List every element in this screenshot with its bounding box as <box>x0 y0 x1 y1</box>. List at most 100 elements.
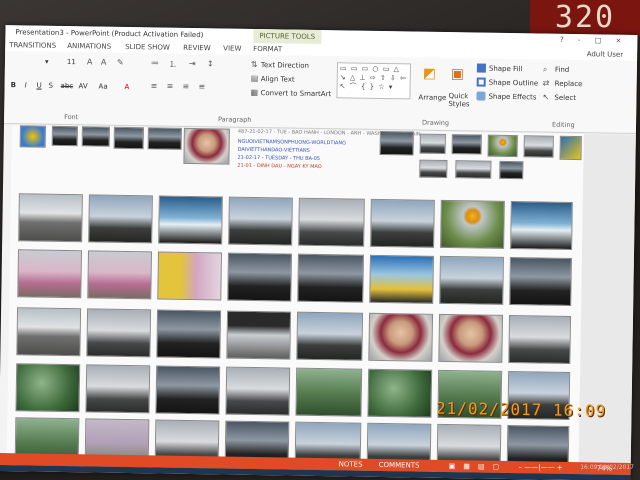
quick-styles-button[interactable]: Quick Styles <box>448 92 474 108</box>
photo-thumb[interactable] <box>370 198 435 248</box>
tab-transitions[interactable]: TRANSITIONS <box>9 41 56 50</box>
align-text-icon: ▤ <box>250 73 259 84</box>
photo-thumb[interactable] <box>499 160 524 180</box>
clear-format-icon[interactable]: ✎ <box>117 58 124 67</box>
shape-effects-button[interactable]: Shape Effects <box>488 93 536 102</box>
photo-thumb[interactable] <box>155 365 221 415</box>
photo-thumb[interactable] <box>85 364 151 414</box>
notes-button[interactable]: NOTES <box>339 460 363 468</box>
clock-time: 16:09 <box>580 464 598 471</box>
photo-thumb[interactable] <box>81 126 110 147</box>
photo-thumb[interactable] <box>523 135 554 158</box>
photo-thumb[interactable] <box>369 254 434 304</box>
indent-icon[interactable]: ⇥ <box>189 59 196 68</box>
photo-thumb[interactable] <box>86 308 152 358</box>
quick-styles-icon[interactable]: ▣ <box>451 66 464 82</box>
photo-thumb[interactable] <box>379 130 414 156</box>
picture-tools-tab[interactable]: PICTURE TOOLS <box>253 28 322 45</box>
select-button[interactable]: Select <box>554 94 576 102</box>
photo-thumb[interactable] <box>419 133 446 154</box>
change-case-button[interactable]: Aa <box>99 83 108 91</box>
photo-thumb[interactable] <box>88 194 153 244</box>
photo-thumb[interactable] <box>228 196 293 246</box>
font-name-box[interactable]: ▾ <box>45 58 49 66</box>
photo-thumb[interactable] <box>113 126 144 150</box>
portrait-photo[interactable] <box>183 127 230 165</box>
numbering-icon[interactable]: ⒈ <box>169 59 177 70</box>
tab-format[interactable]: FORMAT <box>253 45 282 53</box>
photo-thumb[interactable] <box>226 310 292 360</box>
align-right-icon[interactable]: ≡ <box>183 82 190 91</box>
user-account[interactable]: Adult User <box>587 50 624 59</box>
align-left-icon[interactable]: ≡ <box>151 81 158 90</box>
convert-smartart-button[interactable]: Convert to SmartArt <box>260 89 331 98</box>
photo-thumb[interactable] <box>17 249 83 299</box>
replace-button[interactable]: Replace <box>555 80 583 88</box>
photo-thumb[interactable] <box>87 250 153 300</box>
photo-thumb[interactable] <box>16 307 82 357</box>
photo-thumb[interactable] <box>227 252 292 302</box>
photo-thumb[interactable] <box>158 195 223 245</box>
arrange-button[interactable]: Arrange <box>418 94 446 102</box>
photo-thumb[interactable] <box>439 255 504 305</box>
tab-view[interactable]: VIEW <box>223 44 241 52</box>
zoom-slider[interactable]: – ——|—— + <box>519 463 563 472</box>
italic-button[interactable]: I <box>25 81 27 89</box>
underline-button[interactable]: U <box>37 82 42 90</box>
photo-thumb[interactable] <box>440 199 505 249</box>
window-controls[interactable]: ? - □ × <box>560 36 628 45</box>
grow-font-icon[interactable]: A <box>87 57 93 66</box>
shape-fill-button[interactable]: Shape Fill <box>489 65 523 74</box>
binoculars-icon: ⌕ <box>542 64 548 74</box>
photo-thumb[interactable] <box>51 125 78 147</box>
tab-review[interactable]: REVIEW <box>183 44 211 52</box>
tab-animations[interactable]: ANIMATIONS <box>67 42 111 51</box>
char-spacing-button[interactable]: AV <box>79 82 88 90</box>
photo-thumb[interactable] <box>295 367 363 417</box>
photo-thumb[interactable] <box>419 159 448 179</box>
globe-logo-image[interactable] <box>19 125 46 148</box>
shape-outline-button[interactable]: Shape Outline <box>489 79 539 88</box>
photo-thumb[interactable] <box>455 160 492 179</box>
view-buttons[interactable]: ▣▦▤▢ <box>449 462 508 471</box>
photo-thumb[interactable] <box>225 366 291 416</box>
photo-thumb[interactable] <box>451 134 482 155</box>
selfie-photo[interactable] <box>368 312 434 362</box>
bold-button[interactable]: B <box>11 81 16 89</box>
font-color-button[interactable]: A <box>125 83 130 91</box>
bullets-icon[interactable]: ≔ <box>151 58 159 67</box>
find-button[interactable]: Find <box>555 66 569 74</box>
select-icon: ↖ <box>542 92 550 102</box>
text-direction-button[interactable]: Text Direction <box>261 61 309 70</box>
photo-thumb[interactable] <box>296 311 364 361</box>
photo-thumb[interactable] <box>298 197 365 247</box>
photo-thumb[interactable] <box>487 134 518 158</box>
font-size-box[interactable]: 11 <box>67 58 76 66</box>
selfie-photo[interactable] <box>438 313 504 363</box>
photo-thumb[interactable] <box>367 368 433 418</box>
slide-caption-line4: 21-02-17 - TUESDAY - THU BA-05 <box>237 154 321 163</box>
comments-button[interactable]: COMMENTS <box>379 461 420 470</box>
line-spacing-icon[interactable]: ↕ <box>207 59 214 68</box>
align-text-button[interactable]: Align Text <box>261 75 295 84</box>
map-thumb[interactable] <box>559 135 582 161</box>
photo-thumb[interactable] <box>15 363 81 413</box>
arrange-icon[interactable]: ◩ <box>423 66 436 82</box>
drawing-group-label: Drawing <box>421 118 450 128</box>
photo-thumb[interactable] <box>147 127 182 150</box>
strikethrough-button[interactable]: abc <box>61 82 74 90</box>
shapes-gallery[interactable]: ▭ ▭ ▭ ○ ▭ △ ↘ △ ⊥ ⇨ ⇧ ⇩ ⇦ ↖ ⌒ { } ☆ ▾ <box>336 62 411 100</box>
photo-thumb[interactable] <box>157 251 222 301</box>
photo-thumb[interactable] <box>508 315 572 364</box>
shadow-button[interactable]: S <box>49 82 54 90</box>
tab-slide-show[interactable]: SLIDE SHOW <box>125 43 170 52</box>
photo-thumb[interactable] <box>156 309 222 359</box>
photo-thumb[interactable] <box>509 257 572 306</box>
photo-thumb[interactable] <box>297 253 364 303</box>
align-center-icon[interactable]: ≡ <box>167 82 174 91</box>
clock-date: 21/02/2017 <box>599 464 634 471</box>
justify-icon[interactable]: ≡ <box>199 82 206 91</box>
photo-thumb[interactable] <box>510 201 573 250</box>
photo-thumb[interactable] <box>18 193 83 243</box>
shrink-font-icon[interactable]: A <box>101 58 107 67</box>
